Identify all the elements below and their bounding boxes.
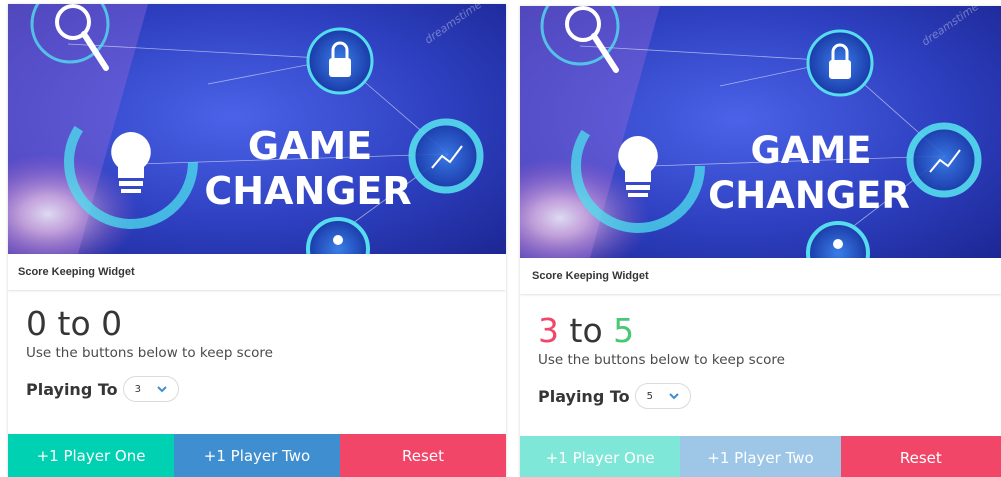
- score-widget-card: GAME CHANGER dreamstime Score Keeping Wi…: [520, 6, 1001, 477]
- card-content: 3 to 5 Use the buttons below to keep sco…: [520, 311, 1001, 409]
- reset-button[interactable]: Reset: [340, 434, 506, 477]
- player-one-score: 0: [26, 304, 47, 343]
- card-header: Score Keeping Widget: [520, 258, 1001, 294]
- lock-icon: [306, 27, 374, 95]
- instructions-text: Use the buttons below to keep score: [26, 345, 273, 361]
- playing-to-label: Playing To: [538, 386, 630, 406]
- hero-image: GAME CHANGER dreamstime: [8, 4, 506, 254]
- score-display: 0 to 0: [26, 304, 506, 344]
- playing-to-row: Playing To 3: [26, 376, 506, 402]
- playing-to-label: Playing To: [26, 379, 118, 399]
- score-separator: to: [569, 311, 603, 350]
- playing-to-row: Playing To 5: [538, 383, 1001, 409]
- score-separator: to: [57, 304, 91, 343]
- playing-to-value: 5: [646, 390, 653, 402]
- analytics-icon: [408, 118, 484, 194]
- card-footer: +1 Player One +1 Player Two Reset: [8, 434, 506, 477]
- card-footer: +1 Player One +1 Player Two Reset: [520, 436, 1001, 477]
- score-display: 3 to 5: [538, 311, 1001, 351]
- card-header-title: Score Keeping Widget: [18, 266, 135, 278]
- card-header: Score Keeping Widget: [8, 254, 506, 290]
- score-widget-card: GAME CHANGER dreamstime Score Keeping Wi…: [8, 4, 506, 477]
- playing-to-select[interactable]: 3: [122, 376, 179, 402]
- hero-illustration: GAME CHANGER dreamstime: [520, 6, 1001, 258]
- hero-image: GAME CHANGER dreamstime: [520, 6, 1001, 258]
- player-one-button[interactable]: +1 Player One: [8, 434, 174, 477]
- player-one-score: 3: [538, 311, 559, 350]
- hero-line1: GAME: [248, 124, 372, 168]
- player-one-button[interactable]: +1 Player One: [520, 436, 681, 477]
- hero-line1: GAME: [750, 129, 871, 172]
- analytics-icon: [906, 122, 982, 198]
- player-two-score: 5: [613, 311, 635, 350]
- hero-line2: CHANGER: [708, 174, 910, 217]
- player-two-button[interactable]: +1 Player Two: [680, 436, 841, 477]
- instructions-text: Use the buttons below to keep score: [538, 352, 785, 368]
- card-header-title: Score Keeping Widget: [532, 270, 649, 282]
- chevron-down-icon: [156, 386, 167, 393]
- reset-button[interactable]: Reset: [840, 436, 1001, 477]
- playing-to-select[interactable]: 5: [634, 383, 691, 409]
- card-content: 0 to 0 Use the buttons below to keep sco…: [8, 304, 506, 402]
- player-two-button[interactable]: +1 Player Two: [174, 434, 340, 477]
- hero-line2: CHANGER: [204, 169, 411, 213]
- chevron-down-icon: [668, 393, 679, 400]
- lock-icon: [806, 29, 874, 97]
- hero-illustration: GAME CHANGER dreamstime: [8, 4, 506, 254]
- player-two-score: 0: [101, 304, 123, 343]
- playing-to-value: 3: [134, 383, 141, 395]
